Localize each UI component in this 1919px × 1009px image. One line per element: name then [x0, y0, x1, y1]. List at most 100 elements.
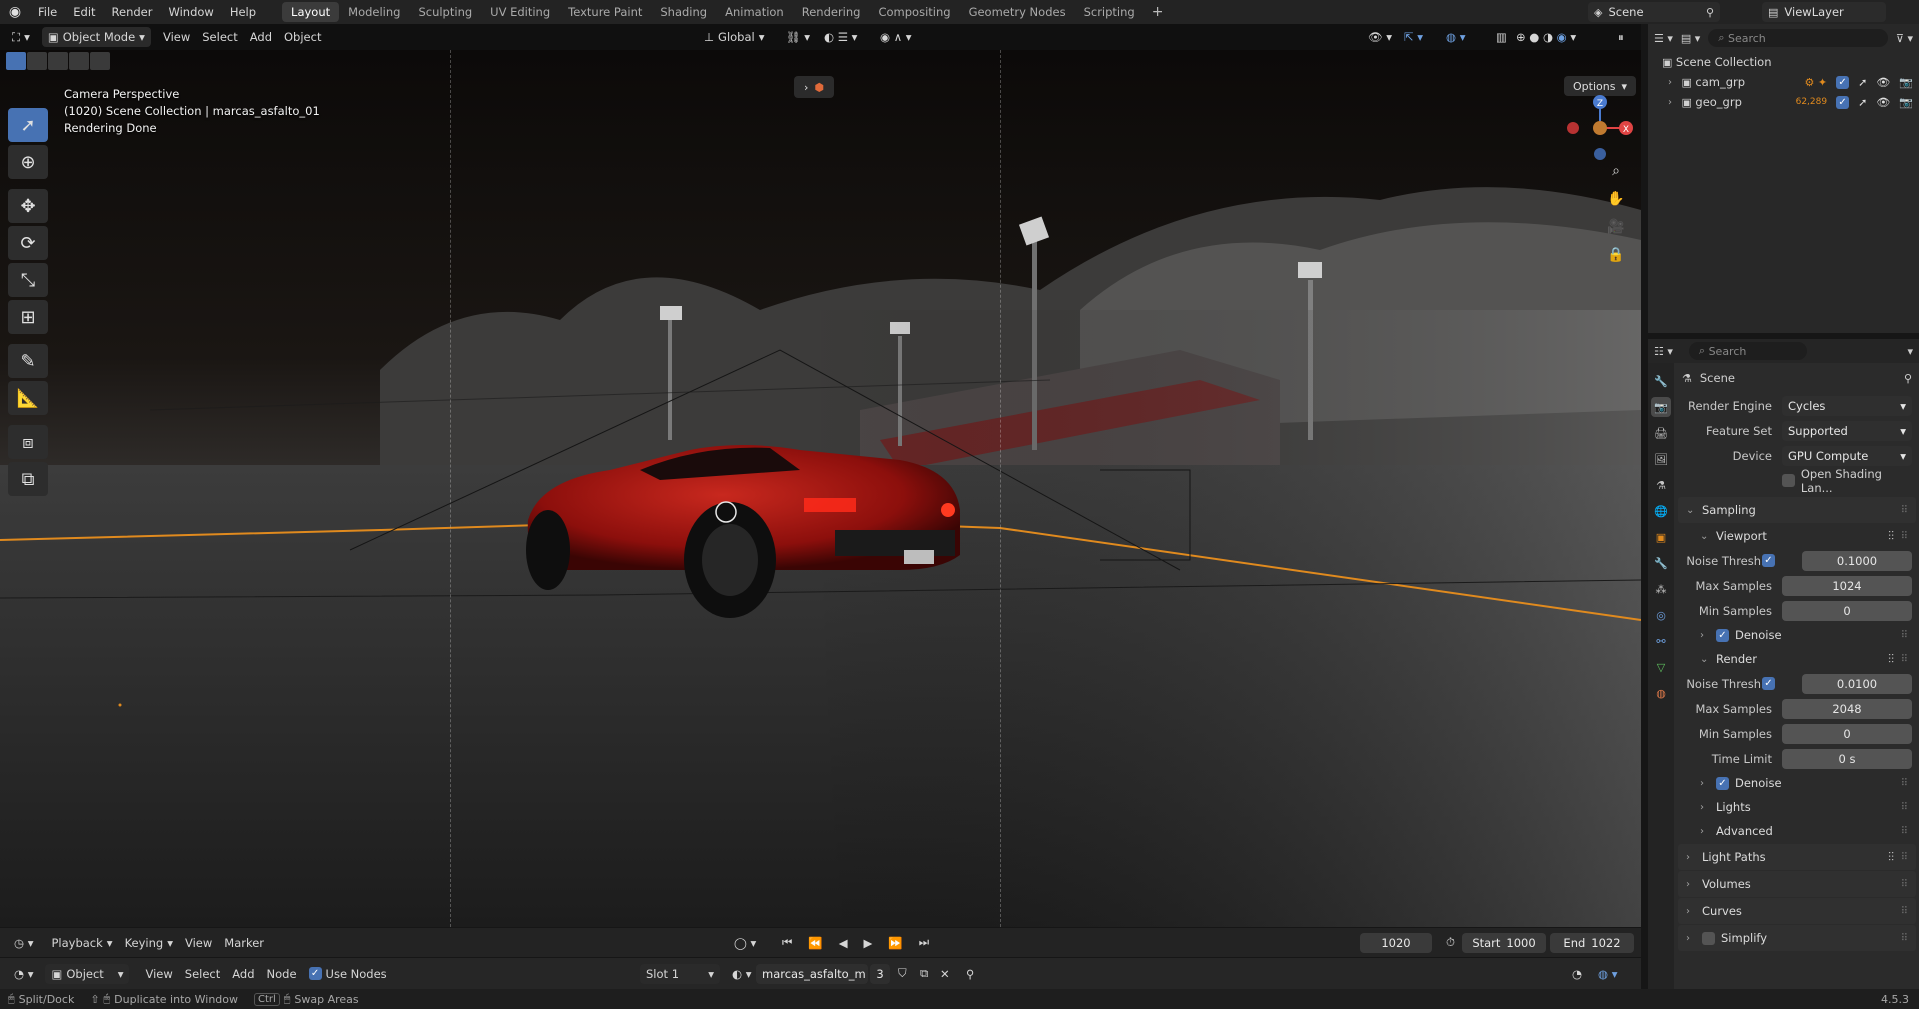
menu-edit[interactable]: Edit: [65, 5, 103, 19]
scale-tool[interactable]: ⤡: [8, 263, 48, 297]
eye-icon[interactable]: 👁: [1876, 96, 1890, 109]
snap-toggle[interactable]: ◐ ☰ ▾: [818, 27, 863, 47]
timeline-editor-type[interactable]: ◷ ▾: [8, 933, 39, 953]
menu-marker[interactable]: Marker: [218, 933, 270, 953]
viewport-max-samples-field[interactable]: 1024: [1782, 575, 1912, 596]
tab-uv-editing[interactable]: UV Editing: [481, 2, 559, 22]
3d-viewport[interactable]: ⛶ ▾ ▣ Object Mode ▾ View Select Add Objec…: [0, 24, 1641, 927]
jump-end-button[interactable]: ⏭: [913, 933, 935, 953]
render-denoise-subpanel[interactable]: › ✓ Denoise ⠿: [1678, 771, 1916, 795]
collapse-header-button[interactable]: › ⬢: [794, 76, 834, 98]
scene-tab-icon[interactable]: ⚗: [1651, 475, 1671, 495]
pause-render-button[interactable]: ⏸: [1612, 27, 1630, 47]
menu-select[interactable]: Select: [196, 27, 243, 47]
simplify-panel[interactable]: › Simplify ⠿: [1678, 925, 1916, 951]
scene-collection-row[interactable]: ▣ Scene Collection: [1648, 52, 1919, 72]
shader-type-selector[interactable]: ▣ Object ▾: [45, 963, 130, 984]
node-overlay-toggle[interactable]: ◍ ▾: [1592, 964, 1623, 984]
tab-texture-paint[interactable]: Texture Paint: [559, 2, 651, 22]
render-noise-threshold-field[interactable]: 0.0100: [1802, 673, 1912, 694]
drag-handle-icon[interactable]: ⠿: [1901, 852, 1908, 863]
outliner-search-input[interactable]: ⌕ Search: [1708, 29, 1888, 47]
visibility-button[interactable]: 👁 ▾: [1362, 27, 1398, 47]
drag-handle-icon[interactable]: ⠿: [1901, 778, 1908, 789]
viewport-subpanel-header[interactable]: ⌄ Viewport ⫶⫶ ⠿: [1678, 524, 1916, 548]
menu-playback[interactable]: Playback ▾: [45, 933, 118, 953]
tool-tab-icon[interactable]: 🔧: [1651, 371, 1671, 391]
pin-material-button[interactable]: ⚲: [960, 964, 980, 984]
tab-compositing[interactable]: Compositing: [869, 2, 959, 22]
tab-shading[interactable]: Shading: [651, 2, 716, 22]
blender-logo-icon[interactable]: ◉: [0, 0, 30, 24]
osl-row[interactable]: Open Shading Lan...: [1678, 467, 1916, 495]
simplify-checkbox[interactable]: [1702, 931, 1715, 945]
overlay-toggle[interactable]: ◍ ▾: [1440, 27, 1471, 47]
play-button[interactable]: ▶: [858, 933, 879, 953]
tab-animation[interactable]: Animation: [716, 2, 793, 22]
pin-icon[interactable]: ⚲: [1706, 6, 1714, 19]
menu-object[interactable]: Object: [278, 27, 327, 47]
tab-modeling[interactable]: Modeling: [339, 2, 409, 22]
eye-icon[interactable]: 👁: [1876, 76, 1890, 89]
osl-checkbox[interactable]: [1782, 474, 1795, 487]
outliner-row-cam-grp[interactable]: › ▣ cam_grp ⚙ ✦ ✓ ➚ 👁 📷: [1648, 72, 1919, 92]
noise-threshold-checkbox[interactable]: ✓: [1762, 554, 1775, 567]
exclude-checkbox[interactable]: ✓: [1836, 75, 1850, 89]
properties-editor-icon[interactable]: ☷ ▾: [1654, 345, 1673, 358]
modifier-tab-icon[interactable]: 🔧: [1651, 553, 1671, 573]
presets-icon[interactable]: ⫶⫶: [1888, 652, 1894, 667]
transform-orientation[interactable]: ⊥ Global ▾: [698, 27, 771, 47]
render-subpanel-header[interactable]: ⌄ Render ⫶⫶ ⠿: [1678, 647, 1916, 671]
menu-node-add[interactable]: Add: [226, 964, 260, 984]
tab-sculpting[interactable]: Sculpting: [409, 2, 481, 22]
view-layer-selector[interactable]: ▤ ViewLayer: [1762, 2, 1886, 22]
tab-layout[interactable]: Layout: [282, 2, 340, 22]
unlink-material-button[interactable]: ✕: [934, 964, 956, 984]
drag-handle-icon[interactable]: ⠿: [1901, 654, 1908, 665]
menu-window[interactable]: Window: [160, 5, 221, 19]
viewport-denoise-subpanel[interactable]: › ✓ Denoise ⠿: [1678, 623, 1916, 647]
menu-node[interactable]: Node: [261, 964, 303, 984]
select-new-button[interactable]: [6, 52, 26, 70]
next-keyframe-button[interactable]: ⏩: [882, 933, 908, 953]
select-intersect-button[interactable]: [90, 52, 110, 70]
presets-icon[interactable]: ⫶⫶: [1888, 850, 1894, 865]
drag-handle-icon[interactable]: ⠿: [1901, 531, 1908, 542]
material-tab-icon[interactable]: ◍: [1651, 683, 1671, 703]
render-engine-dropdown[interactable]: Cycles ▾: [1782, 395, 1912, 416]
presets-icon[interactable]: ⫶⫶: [1888, 529, 1894, 544]
particles-tab-icon[interactable]: ⁂: [1651, 579, 1671, 599]
data-tab-icon[interactable]: ▽: [1651, 657, 1671, 677]
chevron-down-icon[interactable]: ▾: [1907, 345, 1913, 358]
camera-view-icon[interactable]: 🎥: [1603, 214, 1629, 240]
current-frame-field[interactable]: 1020: [1360, 932, 1432, 953]
preview-range-toggle[interactable]: ⏱: [1440, 933, 1461, 953]
chevron-right-icon[interactable]: ›: [1668, 97, 1678, 108]
time-limit-field[interactable]: 0 s: [1782, 748, 1912, 769]
drag-handle-icon[interactable]: ⠿: [1901, 802, 1908, 813]
use-nodes-toggle[interactable]: ✓ Use Nodes: [303, 964, 393, 984]
device-dropdown[interactable]: GPU Compute ▾: [1782, 445, 1912, 466]
feature-set-dropdown[interactable]: Supported ▾: [1782, 420, 1912, 441]
drag-handle-icon[interactable]: ⠿: [1901, 630, 1908, 641]
output-tab-icon[interactable]: 🖨: [1651, 423, 1671, 443]
physics-tab-icon[interactable]: ◎: [1651, 605, 1671, 625]
menu-render[interactable]: Render: [104, 5, 161, 19]
menu-keying[interactable]: Keying ▾: [119, 933, 179, 953]
auto-key-button[interactable]: ◯ ▾: [728, 933, 762, 953]
menu-help[interactable]: Help: [222, 5, 264, 19]
select-arrow-icon[interactable]: ➚: [1858, 76, 1867, 89]
camera-icon[interactable]: 📷: [1899, 96, 1913, 109]
menu-node-view[interactable]: View: [139, 964, 178, 984]
menu-timeline-view[interactable]: View: [179, 933, 218, 953]
end-frame-field[interactable]: End 1022: [1550, 932, 1634, 953]
fake-user-button[interactable]: ⛉: [892, 964, 913, 984]
editor-type-button[interactable]: ⛶ ▾: [6, 27, 36, 47]
light-paths-panel[interactable]: › Light Paths ⫶⫶ ⠿: [1678, 844, 1916, 870]
noise-threshold-checkbox[interactable]: ✓: [1762, 677, 1775, 690]
view-layer-tab-icon[interactable]: 🖼: [1651, 449, 1671, 469]
select-subtract-button[interactable]: [48, 52, 68, 70]
viewport-min-samples-field[interactable]: 0: [1782, 600, 1912, 621]
duplicate-material-button[interactable]: ⧉: [914, 964, 934, 984]
filter-icon[interactable]: ⊽ ▾: [1896, 32, 1913, 45]
